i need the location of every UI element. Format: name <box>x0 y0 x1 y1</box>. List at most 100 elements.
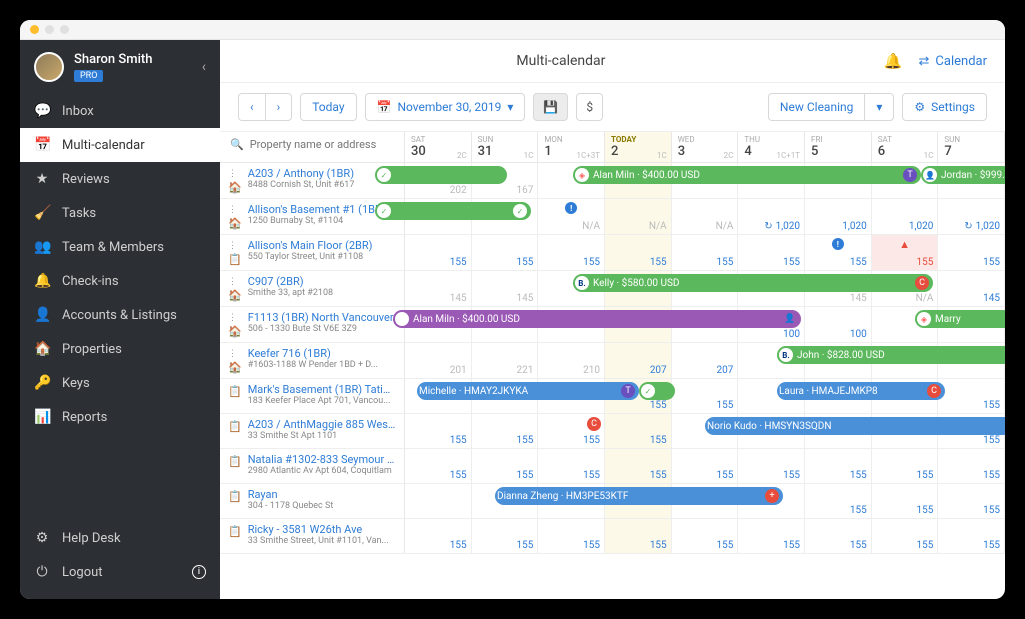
min-dot[interactable] <box>45 25 54 34</box>
calendar-cell[interactable]: 155 <box>672 379 739 413</box>
calendar-cell[interactable]: 155 <box>805 484 872 518</box>
calendar-cell[interactable]: 155 <box>605 519 672 553</box>
calendar-cell[interactable]: 201 <box>405 343 472 378</box>
calendar-cell[interactable]: 155 <box>738 449 805 483</box>
new-cleaning-dropdown[interactable]: ▾ <box>864 93 894 121</box>
booking-pill[interactable]: Norio Kudo · HMSYN3SQDNC <box>705 417 1005 435</box>
calendar-cell[interactable]: ↻1,020 <box>938 199 1005 234</box>
calendar-cell[interactable]: 145 <box>472 271 539 306</box>
sidebar-item-logout[interactable]: ⏻Logouti <box>20 555 220 589</box>
calendar-cell[interactable]: 155 <box>472 519 539 553</box>
property-cell[interactable]: 📋 Natalia #1302-833 Seymour 1...2980 Atl… <box>220 449 405 483</box>
search-box[interactable]: 🔍 <box>220 132 404 157</box>
calendar-cell[interactable]: 210 <box>538 343 605 378</box>
price-button[interactable]: $ <box>576 93 603 121</box>
sidebar-item-check-ins[interactable]: 🔔Check-ins <box>20 264 220 298</box>
booking-pill[interactable]: ◈Alan Miln · $400.00 USDT <box>573 166 921 184</box>
booking-pill[interactable]: Michelle · HMAY2JKYKAT <box>417 382 639 400</box>
sidebar-item-team-members[interactable]: 👥Team & Members <box>20 230 220 264</box>
sidebar-item-accounts-listings[interactable]: 👤Accounts & Listings <box>20 298 220 332</box>
booking-pill[interactable]: 👤Jordan · $999.76 USD <box>921 166 1005 184</box>
calendar-cell[interactable]: 155 <box>405 519 472 553</box>
today-button[interactable]: Today <box>300 93 356 121</box>
save-icon-button[interactable]: 💾 <box>533 93 568 121</box>
booking-pill[interactable]: ✓✓ <box>375 202 531 220</box>
calendar-cell[interactable]: 145 <box>938 271 1005 306</box>
prev-button[interactable]: ‹ <box>238 93 265 121</box>
property-cell[interactable]: ⋮🏠 C907 (2BR)Smithe 33, apt #2108 <box>220 271 405 306</box>
sidebar-item-keys[interactable]: 🔑Keys <box>20 366 220 400</box>
calendar-cell[interactable]: 155 <box>605 414 672 448</box>
property-cell[interactable]: ⋮🏠 Keefer 716 (1BR)#1603-1188 W Pender 1… <box>220 343 405 378</box>
calendar-cell[interactable]: 207 <box>672 343 739 378</box>
new-cleaning-button[interactable]: New Cleaning <box>768 93 864 121</box>
calendar-cell[interactable]: 155 <box>872 519 939 553</box>
calendar-cell[interactable]: 155 <box>405 414 472 448</box>
sidebar-item-tasks[interactable]: 🧹Tasks <box>20 196 220 230</box>
calendar-cell[interactable]: 155 <box>605 449 672 483</box>
close-dot[interactable] <box>30 25 39 34</box>
calendar-cell[interactable]: 155 <box>538 519 605 553</box>
calendar-cell[interactable]: 155 <box>672 235 739 270</box>
booking-pill[interactable]: Laura · HMAJEJMKP8C <box>777 382 945 400</box>
calendar-cell[interactable]: 155 <box>938 484 1005 518</box>
calendar-cell[interactable]: C155 <box>538 414 605 448</box>
calendar-cell[interactable]: !N/A <box>538 199 605 234</box>
property-cell[interactable]: 📋 A203 / AnthMaggie 885 West...33 Smithe… <box>220 414 405 448</box>
calendar-cell[interactable]: 155 <box>405 235 472 270</box>
booking-pill[interactable]: B.Kelly · $580.00 USDC <box>573 274 933 292</box>
sidebar-item-reviews[interactable]: ★Reviews <box>20 162 220 196</box>
calendar-cell[interactable]: 155 <box>938 379 1005 413</box>
booking-pill[interactable]: ✎Alan Miln · $400.00 USD👤 <box>393 310 801 328</box>
calendar-cell[interactable]: 155 <box>938 235 1005 270</box>
calendar-cell[interactable]: 155 <box>938 449 1005 483</box>
calendar-cell[interactable]: N/A <box>605 199 672 234</box>
calendar-cell[interactable]: 207 <box>605 343 672 378</box>
calendar-cell[interactable]: 100 <box>805 307 872 342</box>
calendar-cell[interactable]: ↻1,020 <box>738 199 805 234</box>
calendar-cell[interactable]: 1,020 <box>805 199 872 234</box>
sidebar-item-reports[interactable]: 📊Reports <box>20 400 220 434</box>
booking-pill[interactable]: ✓ <box>639 382 675 400</box>
calendar-cell[interactable]: !155 <box>805 235 872 270</box>
sidebar-item-multi-calendar[interactable]: 📅Multi-calendar <box>20 128 220 162</box>
calendar-cell[interactable]: 155 <box>605 235 672 270</box>
calendar-cell[interactable]: 155 <box>472 414 539 448</box>
date-picker[interactable]: 📅 November 30, 2019 ▾ <box>365 93 526 121</box>
next-button[interactable]: › <box>265 93 293 121</box>
property-cell[interactable]: ⋮📋 Allison's Main Floor (2BR)550 Taylor … <box>220 235 405 270</box>
calendar-cell[interactable]: 155 <box>872 449 939 483</box>
calendar-cell[interactable]: 155 <box>538 235 605 270</box>
calendar-cell[interactable]: 155 <box>405 449 472 483</box>
calendar-cell[interactable]: 145 <box>405 271 472 306</box>
calendar-cell[interactable]: 155 <box>805 519 872 553</box>
bell-icon[interactable]: 🔔 <box>884 52 903 70</box>
calendar-cell[interactable]: 155 <box>738 519 805 553</box>
booking-pill[interactable]: ◈MarryC <box>915 310 1005 328</box>
booking-pill[interactable]: ✓ <box>375 166 507 184</box>
calendar-cell[interactable]: 155 <box>538 449 605 483</box>
booking-pill[interactable]: B.John · $828.00 USD <box>777 346 1005 364</box>
calendar-cell[interactable]: 221 <box>472 343 539 378</box>
sidebar-item-properties[interactable]: 🏠Properties <box>20 332 220 366</box>
property-cell[interactable]: 📋 Ricky - 3581 W26th Ave33 Smithe Street… <box>220 519 405 553</box>
calendar-cell[interactable]: 155 <box>872 484 939 518</box>
chevron-left-icon[interactable]: ‹ <box>202 59 206 75</box>
calendar-cell[interactable]: 155 <box>805 449 872 483</box>
calendar-cell[interactable]: 155 <box>472 449 539 483</box>
calendar-cell[interactable]: 155 <box>938 519 1005 553</box>
settings-button[interactable]: ⚙ Settings <box>902 93 987 121</box>
max-dot[interactable] <box>60 25 69 34</box>
calendar-cell[interactable]: 155 <box>738 235 805 270</box>
calendar-shortcut[interactable]: ⇄ Calendar <box>919 54 987 69</box>
search-input[interactable] <box>250 138 394 151</box>
sidebar-item-inbox[interactable]: 💬Inbox <box>20 94 220 128</box>
property-cell[interactable]: ⋮🏠 F1113 (1BR) North Vancouver506 - 1330… <box>220 307 405 342</box>
user-block[interactable]: Sharon Smith PRO ‹ <box>20 40 220 94</box>
sidebar-item-help-desk[interactable]: ⚙Help Desk <box>20 521 220 555</box>
booking-pill[interactable]: Dianna Zheng · HM3PE53KTF+ <box>495 487 783 505</box>
property-cell[interactable]: 📋 Rayan304 - 1178 Quebec St <box>220 484 405 518</box>
calendar-cell[interactable]: 155 <box>472 235 539 270</box>
property-cell[interactable]: 📋 Mark's Basement (1BR) Tatiana183 Keefe… <box>220 379 405 413</box>
calendar-cell[interactable]: 1,020 <box>872 199 939 234</box>
